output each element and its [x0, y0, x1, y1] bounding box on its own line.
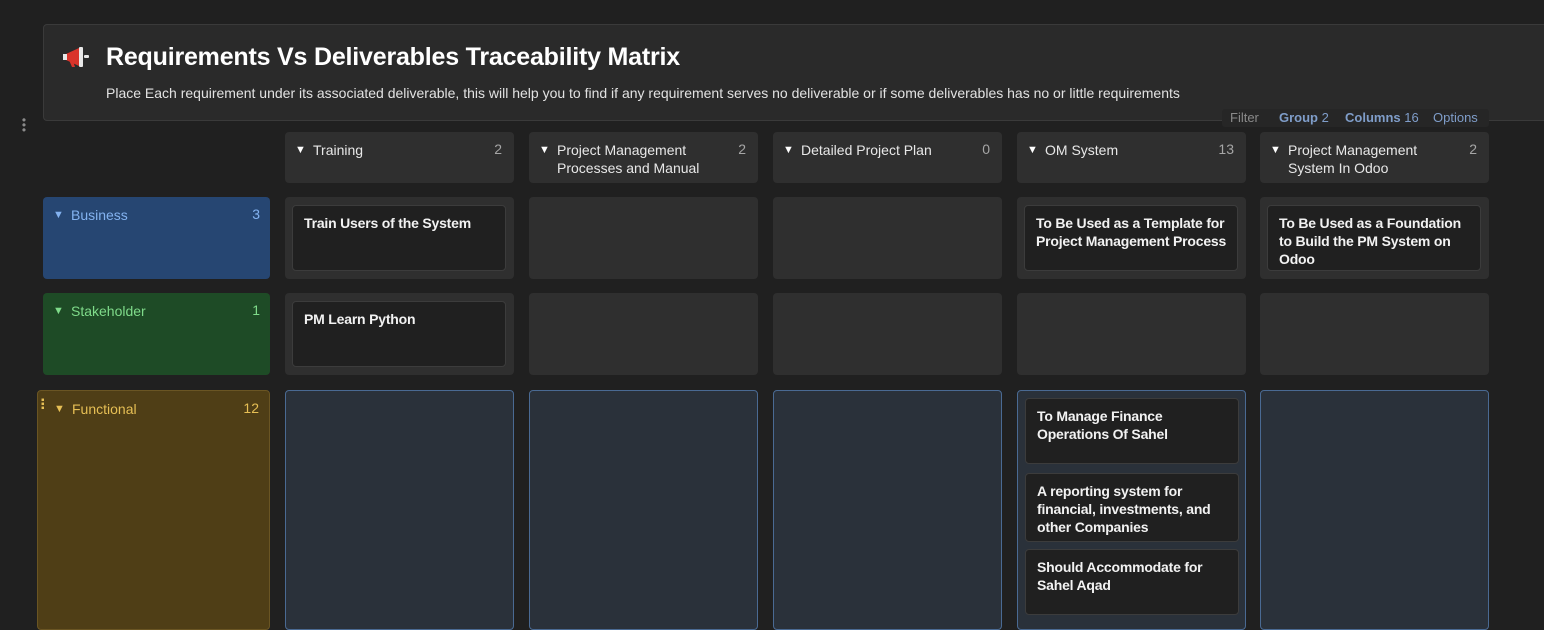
column-header-pm-odoo[interactable]: ▼ Project Management System In Odoo 2 [1260, 132, 1489, 183]
row-label: Stakeholder [71, 303, 146, 319]
requirement-card[interactable]: Should Accommodate for Sahel Aqad [1025, 549, 1239, 615]
requirement-card[interactable]: A reporting system for financial, invest… [1025, 473, 1239, 542]
cell-stakeholder-pm-odoo[interactable] [1260, 293, 1489, 375]
collapse-triangle-icon[interactable]: ▼ [53, 209, 64, 221]
row-header-business[interactable]: ▼ Business 3 [43, 197, 270, 279]
card-title: Train Users of the System [304, 215, 471, 231]
card-title: To Manage Finance Operations Of Sahel [1037, 408, 1168, 442]
cell-stakeholder-om-system[interactable] [1017, 293, 1246, 375]
column-count: 13 [1218, 141, 1234, 157]
column-count: 2 [738, 141, 746, 157]
cell-business-om-system[interactable]: To Be Used as a Template for Project Man… [1017, 197, 1246, 279]
column-label: Project Management System In Odoo [1288, 142, 1418, 176]
requirement-card[interactable]: To Be Used as a Template for Project Man… [1024, 205, 1238, 271]
group-label: Group [1279, 110, 1318, 125]
card-title: Should Accommodate for Sahel Aqad [1037, 559, 1203, 593]
column-count: 2 [1469, 141, 1477, 157]
cell-business-pm-odoo[interactable]: To Be Used as a Foundation to Build the … [1260, 197, 1489, 279]
row-header-functional[interactable]: ▪ ▪ ▪ ▼ Functional 12 [37, 390, 270, 630]
requirement-card[interactable]: To Be Used as a Foundation to Build the … [1267, 205, 1481, 271]
options-button[interactable]: Options [1433, 110, 1478, 125]
drag-handle-icon[interactable]: ▪ ▪ ▪ [41, 396, 47, 414]
column-label: Detailed Project Plan [801, 142, 932, 158]
row-label: Functional [72, 401, 137, 417]
collapse-triangle-icon[interactable]: ▼ [53, 305, 64, 317]
cell-business-detailed-plan[interactable] [773, 197, 1002, 279]
cell-stakeholder-detailed-plan[interactable] [773, 293, 1002, 375]
card-title: A reporting system for financial, invest… [1037, 483, 1211, 535]
more-options-handle-icon[interactable]: • • • [21, 114, 27, 136]
card-title: To Be Used as a Foundation to Build the … [1279, 215, 1462, 267]
column-count: 2 [494, 141, 502, 157]
requirement-card[interactable]: PM Learn Python [292, 301, 506, 367]
column-label: OM System [1045, 142, 1119, 158]
cell-functional-pm-odoo[interactable] [1260, 390, 1489, 630]
column-label: Training [313, 142, 364, 158]
card-title: To Be Used as a Template for Project Man… [1036, 215, 1227, 249]
page-title: Requirements Vs Deliverables Traceabilit… [106, 43, 680, 71]
board-toolbar: Filter Group 2 Columns 16 Options [1222, 109, 1489, 127]
cell-stakeholder-training[interactable]: PM Learn Python [285, 293, 514, 375]
cell-business-pm-processes[interactable] [529, 197, 758, 279]
cell-functional-training[interactable] [285, 390, 514, 630]
page-header: Requirements Vs Deliverables Traceabilit… [43, 24, 1544, 121]
row-count: 1 [252, 302, 260, 318]
card-title: PM Learn Python [304, 311, 416, 327]
collapse-triangle-icon[interactable]: ▼ [1270, 144, 1281, 156]
megaphone-icon [63, 47, 89, 67]
row-header-stakeholder[interactable]: ▼ Stakeholder 1 [43, 293, 270, 375]
collapse-triangle-icon[interactable]: ▼ [54, 403, 65, 415]
cell-functional-om-system[interactable]: To Manage Finance Operations Of Sahel A … [1017, 390, 1246, 630]
column-header-detailed-plan[interactable]: ▼ Detailed Project Plan 0 [773, 132, 1002, 183]
columns-label: Columns [1345, 110, 1401, 125]
row-label: Business [71, 207, 128, 223]
requirement-card[interactable]: Train Users of the System [292, 205, 506, 271]
column-label: Project Management Processes and Manual [557, 142, 700, 176]
collapse-triangle-icon[interactable]: ▼ [783, 144, 794, 156]
column-header-om-system[interactable]: ▼ OM System 13 [1017, 132, 1246, 183]
columns-count: 16 [1404, 110, 1419, 125]
cell-business-training[interactable]: Train Users of the System [285, 197, 514, 279]
page-description: Place Each requirement under its associa… [106, 85, 1180, 101]
row-count: 12 [243, 400, 259, 416]
group-count: 2 [1321, 110, 1329, 125]
column-header-training[interactable]: ▼ Training 2 [285, 132, 514, 183]
column-count: 0 [982, 141, 990, 157]
collapse-triangle-icon[interactable]: ▼ [1027, 144, 1038, 156]
column-header-pm-processes[interactable]: ▼ Project Management Processes and Manua… [529, 132, 758, 183]
requirement-card[interactable]: To Manage Finance Operations Of Sahel [1025, 398, 1239, 464]
row-count: 3 [252, 206, 260, 222]
collapse-triangle-icon[interactable]: ▼ [539, 144, 550, 156]
group-button[interactable]: Group 2 [1279, 110, 1329, 125]
columns-button[interactable]: Columns 16 [1345, 110, 1419, 125]
cell-functional-detailed-plan[interactable] [773, 390, 1002, 630]
collapse-triangle-icon[interactable]: ▼ [295, 144, 306, 156]
filter-button[interactable]: Filter [1230, 110, 1259, 125]
cell-functional-pm-processes[interactable] [529, 390, 758, 630]
cell-stakeholder-pm-processes[interactable] [529, 293, 758, 375]
